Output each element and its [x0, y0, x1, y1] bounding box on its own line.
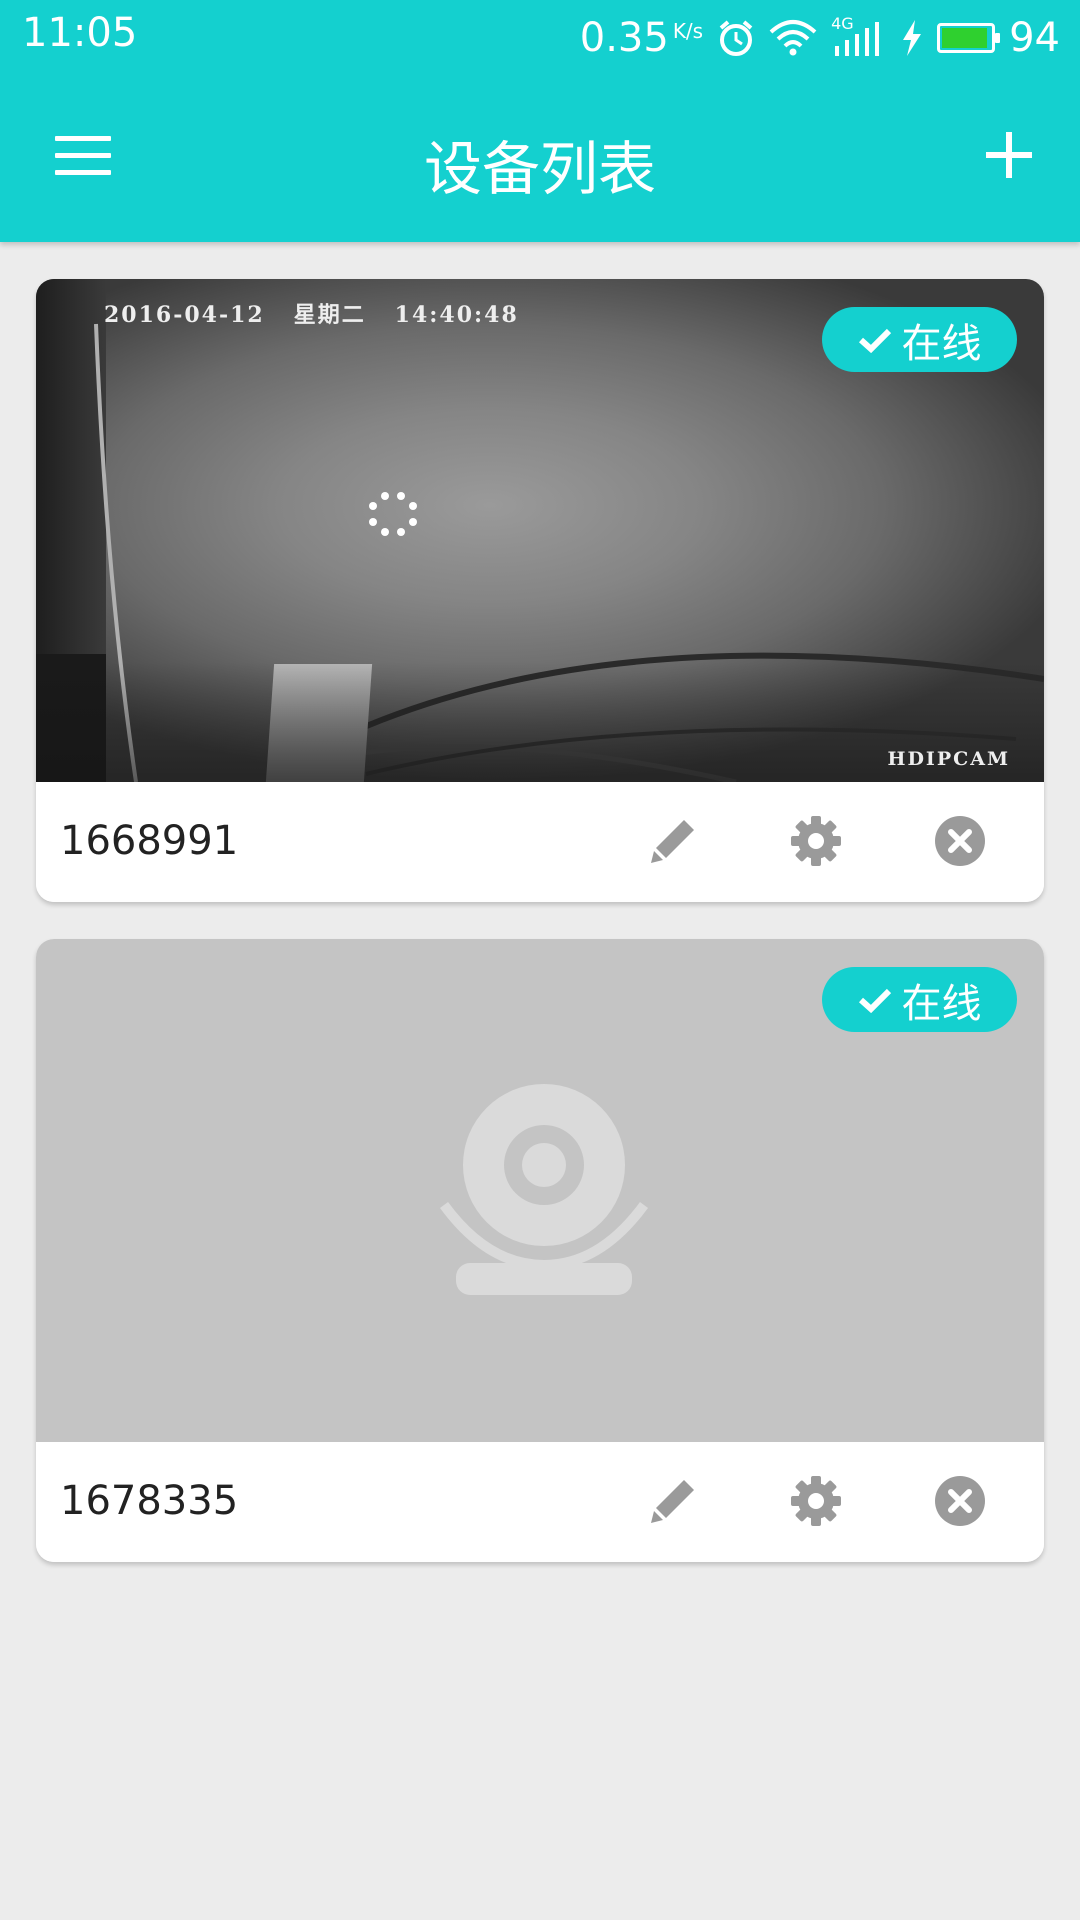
gear-icon[interactable]	[789, 1474, 843, 1528]
status-time: 11:05	[22, 10, 138, 56]
device-card: 在线 1678335	[36, 939, 1044, 1562]
battery-level: 94	[1009, 15, 1060, 61]
wifi-icon	[769, 20, 817, 56]
battery-fill	[942, 28, 987, 48]
status-indicators: 0.35 K/s 4G 94	[580, 10, 1060, 66]
device-footer: 1668991	[36, 782, 1044, 902]
speed-unit: K/s	[672, 19, 704, 43]
battery-icon	[937, 23, 1001, 53]
status-label: 在线	[901, 980, 982, 1027]
charging-icon	[903, 20, 922, 56]
speed-value: 0.35	[579, 15, 669, 61]
cellular-signal: 4G	[831, 14, 887, 58]
device-id: 1678335	[60, 1478, 239, 1524]
page-title: 设备列表	[423, 135, 656, 203]
camera-preview[interactable]: 2016-04-12 星期二 14:40:48 HDIPCAM 在线	[36, 279, 1044, 782]
app-bar: 11:05 0.35 K/s 4G 94 设备列表	[0, 0, 1080, 242]
close-circle-icon[interactable]	[933, 814, 987, 868]
check-icon	[858, 328, 891, 353]
close-circle-icon[interactable]	[933, 1474, 987, 1528]
signal-bars-icon	[835, 22, 880, 56]
online-status-badge: 在线	[822, 307, 1017, 372]
device-id: 1668991	[60, 818, 239, 864]
camera-timestamp: 2016-04-12 星期二 14:40:48	[104, 302, 519, 328]
network-speed: 0.35 K/s	[580, 15, 703, 61]
loading-spinner-icon	[369, 492, 417, 536]
device-footer: 1678335	[36, 1442, 1044, 1562]
alarm-icon	[719, 20, 753, 56]
device-card: 2016-04-12 星期二 14:40:48 HDIPCAM 在线 16689…	[36, 279, 1044, 902]
pencil-icon[interactable]	[646, 814, 700, 868]
add-device-button[interactable]	[986, 132, 1032, 178]
camera-watermark: HDIPCAM	[887, 748, 1010, 770]
pencil-icon[interactable]	[646, 1474, 700, 1528]
camera-placeholder-icon	[439, 1084, 649, 1295]
online-status-badge: 在线	[822, 967, 1017, 1032]
gear-icon[interactable]	[789, 814, 843, 868]
camera-preview[interactable]: 在线	[36, 939, 1044, 1442]
status-bar: 11:05 0.35 K/s 4G 94	[0, 0, 1080, 76]
check-icon	[858, 988, 891, 1013]
status-label: 在线	[901, 320, 982, 367]
